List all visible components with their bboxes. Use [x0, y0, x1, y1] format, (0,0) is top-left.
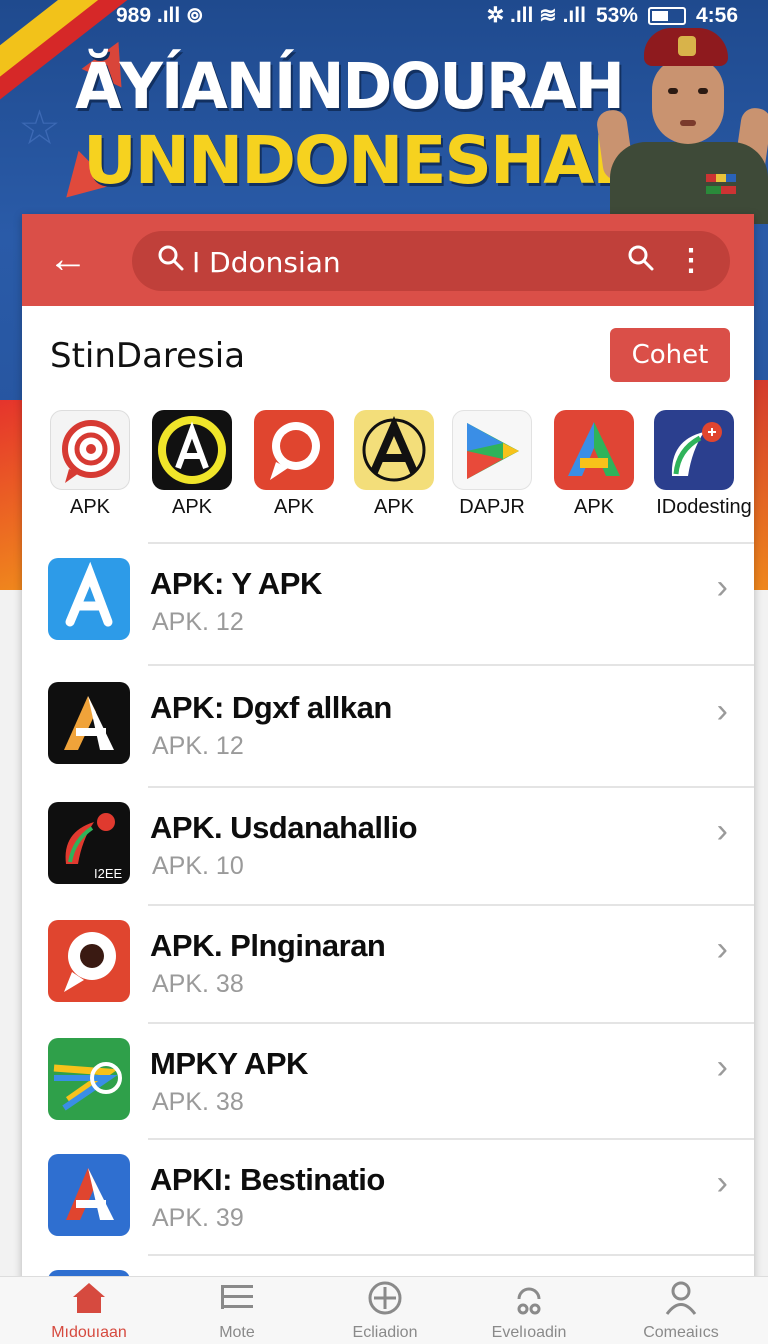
chevron-right-icon: ›: [716, 1164, 728, 1202]
colorful-a-icon: [554, 410, 634, 490]
featured-app-label: APK: [273, 496, 315, 518]
leaf-icon: [654, 410, 734, 490]
chevron-right-icon: ›: [716, 930, 728, 968]
target-chat-icon: [50, 410, 130, 490]
featured-app-label: DAPJR: [459, 496, 525, 518]
list-item[interactable]: APK. Plnginaran APK. 38 ›: [22, 906, 754, 1024]
search-icon: [158, 245, 184, 271]
soldier-illustration: [595, 24, 768, 224]
chat-bubble-icon: [254, 410, 334, 490]
home-icon: [14, 1281, 164, 1324]
back-arrow-icon[interactable]: ←: [48, 236, 88, 282]
chevron-right-icon: ›: [716, 568, 728, 606]
status-bar: 989 .ıll ⊚ ✲ .ıll ≋ .ıll 53% 4:56: [0, 0, 768, 30]
list-item[interactable]: MPKY APK APK. 38 ›: [22, 1024, 754, 1142]
list-item[interactable]: I2EE APK. Usdanahallio APK. 10 ›: [22, 788, 754, 906]
list-item[interactable]: APK: Dgxf allkan APK. 12 ›: [22, 668, 754, 786]
nav-label: Mıdouıaan: [51, 1324, 127, 1341]
featured-app-label: APK: [69, 496, 111, 518]
section-title: StinDaresia: [50, 336, 246, 376]
app-subtitle: APK. 12: [152, 732, 244, 760]
leaf-dark-icon: I2EE: [48, 802, 130, 884]
list-item[interactable]: APK: Y APK APK. 12 ›: [22, 544, 754, 662]
list-item[interactable]: APKI: Bestinatio APK. 39 ›: [22, 1140, 754, 1258]
divider: [148, 664, 754, 666]
featured-app-label: APK: [573, 496, 615, 518]
person-icon: [606, 1281, 756, 1324]
signal-icons: ✲ .ıll ≋ .ıll: [486, 4, 586, 27]
clock: 4:56: [695, 3, 738, 27]
search-icon[interactable]: [626, 243, 656, 273]
chevron-right-icon: ›: [716, 692, 728, 730]
chevron-right-icon: ›: [716, 812, 728, 850]
nav-profile[interactable]: Comeaiıcs: [606, 1277, 756, 1344]
red-bubble-icon: [48, 920, 130, 1002]
featured-apps-row: APK APK APK APK DAPJR APK IDodesting: [48, 410, 754, 522]
nav-label: Evelıoadin: [491, 1324, 567, 1341]
app-subtitle: APK. 38: [152, 970, 244, 998]
download-icon: [454, 1281, 604, 1324]
app-subtitle: APK. 10: [152, 852, 244, 880]
app-subtitle: APK. 39: [152, 1204, 244, 1232]
app-store-panel: ← I Ddonsian ⋮ StinDaresia Cohet APK APK…: [22, 214, 754, 1314]
app-subtitle: APK. 12: [152, 608, 244, 636]
app-title: APK: Y APK: [150, 566, 322, 601]
more-options-icon[interactable]: ⋮: [676, 241, 706, 281]
chevron-right-icon: ›: [716, 1048, 728, 1086]
a-badge-icon: [152, 410, 232, 490]
battery-percent: 53%: [595, 3, 638, 27]
a-triangle-icon: [354, 410, 434, 490]
featured-app-label: APK: [373, 496, 415, 518]
green-arrow-icon: [48, 1038, 130, 1120]
play-store-icon: [452, 410, 532, 490]
nav-label: Mote: [219, 1324, 255, 1341]
nav-label: Ecliadion: [352, 1324, 418, 1341]
bottom-navigation: Mıdouıaan Mote Ecliadion Evelıoadin Come…: [0, 1276, 768, 1344]
nav-more[interactable]: Mote: [162, 1277, 312, 1344]
nav-download[interactable]: Evelıoadin: [454, 1277, 604, 1344]
featured-app-label: APK: [171, 496, 213, 518]
search-field[interactable]: I Ddonsian ⋮: [132, 231, 730, 291]
red-blue-a-icon: [48, 1154, 130, 1236]
nav-label: Comeaiıcs: [643, 1324, 719, 1341]
status-left: 989 .ıll ⊚: [116, 4, 204, 27]
app-subtitle: APK. 38: [152, 1088, 244, 1116]
featured-app-label: IDodesting: [656, 496, 752, 518]
list-icon: [162, 1281, 312, 1324]
app-title: MPKY APK: [150, 1046, 308, 1081]
nav-home[interactable]: Mıdouıaan: [14, 1277, 164, 1344]
plus-circle-icon: [310, 1281, 460, 1324]
blue-a-icon: [48, 558, 130, 640]
app-bar: ← I Ddonsian ⋮: [22, 214, 754, 306]
orange-a-icon: [48, 682, 130, 764]
app-title: APK: Dgxf allkan: [150, 690, 392, 725]
battery-icon: [647, 6, 686, 25]
nav-collection[interactable]: Ecliadion: [310, 1277, 460, 1344]
section-action-button[interactable]: Cohet: [610, 328, 730, 382]
app-title: APK. Usdanahallio: [150, 810, 418, 845]
divider: [148, 1254, 754, 1256]
app-title: APKI: Bestinatio: [150, 1162, 385, 1197]
app-icon-text: I2EE: [94, 866, 123, 881]
app-title: APK. Plnginaran: [150, 928, 386, 963]
search-input[interactable]: I Ddonsian: [192, 246, 341, 279]
